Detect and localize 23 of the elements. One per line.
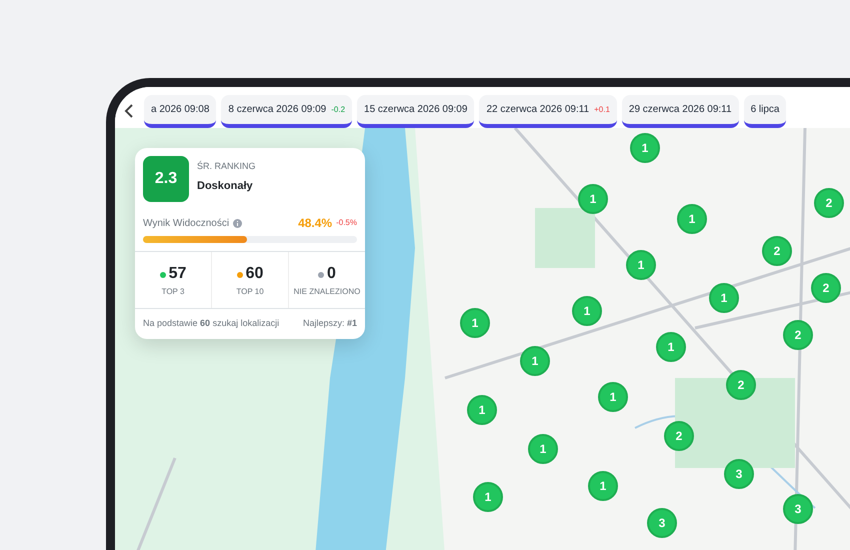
ranking-caption: ŚR. RANKING	[197, 160, 256, 173]
visibility-label: Wynik Widoczności	[143, 216, 230, 230]
timeline-tab[interactable]: 22 czerwca 2026 09:11 +0.1	[479, 95, 617, 128]
timeline-tab[interactable]: 15 czerwca 2026 09:09	[357, 95, 474, 128]
stat-value: 60	[246, 265, 264, 282]
stat-value: 57	[168, 265, 186, 282]
rating-text: Doskonały	[197, 178, 254, 194]
timeline-tab[interactable]: 8 czerwca 2026 09:09 -0.2	[221, 95, 352, 128]
stat-label: NIE ZNALEZIONO	[292, 286, 362, 298]
timeline-tab[interactable]: 29 czerwca 2026 09:11	[622, 95, 739, 128]
info-icon	[233, 218, 242, 228]
stat-label: TOP 3	[160, 286, 186, 298]
timeline-tab[interactable]: a 2026 09:08	[144, 95, 216, 128]
stat-value: 0	[327, 265, 336, 282]
change-value: +0.1	[594, 105, 610, 114]
timeline-tab[interactable]: 6 lipca	[744, 95, 786, 128]
best-rank: Najlepszy: #1	[302, 317, 357, 330]
footer-note: Na podstawie 60 szukaj lokalizacji	[143, 317, 280, 330]
visibility-change: -0.5%	[336, 217, 357, 229]
score-badge: 2.3	[143, 156, 189, 202]
visibility-value: 48.4%	[298, 215, 332, 232]
stat-label: TOP 10	[235, 286, 265, 298]
change-value: -0.2	[331, 105, 346, 114]
